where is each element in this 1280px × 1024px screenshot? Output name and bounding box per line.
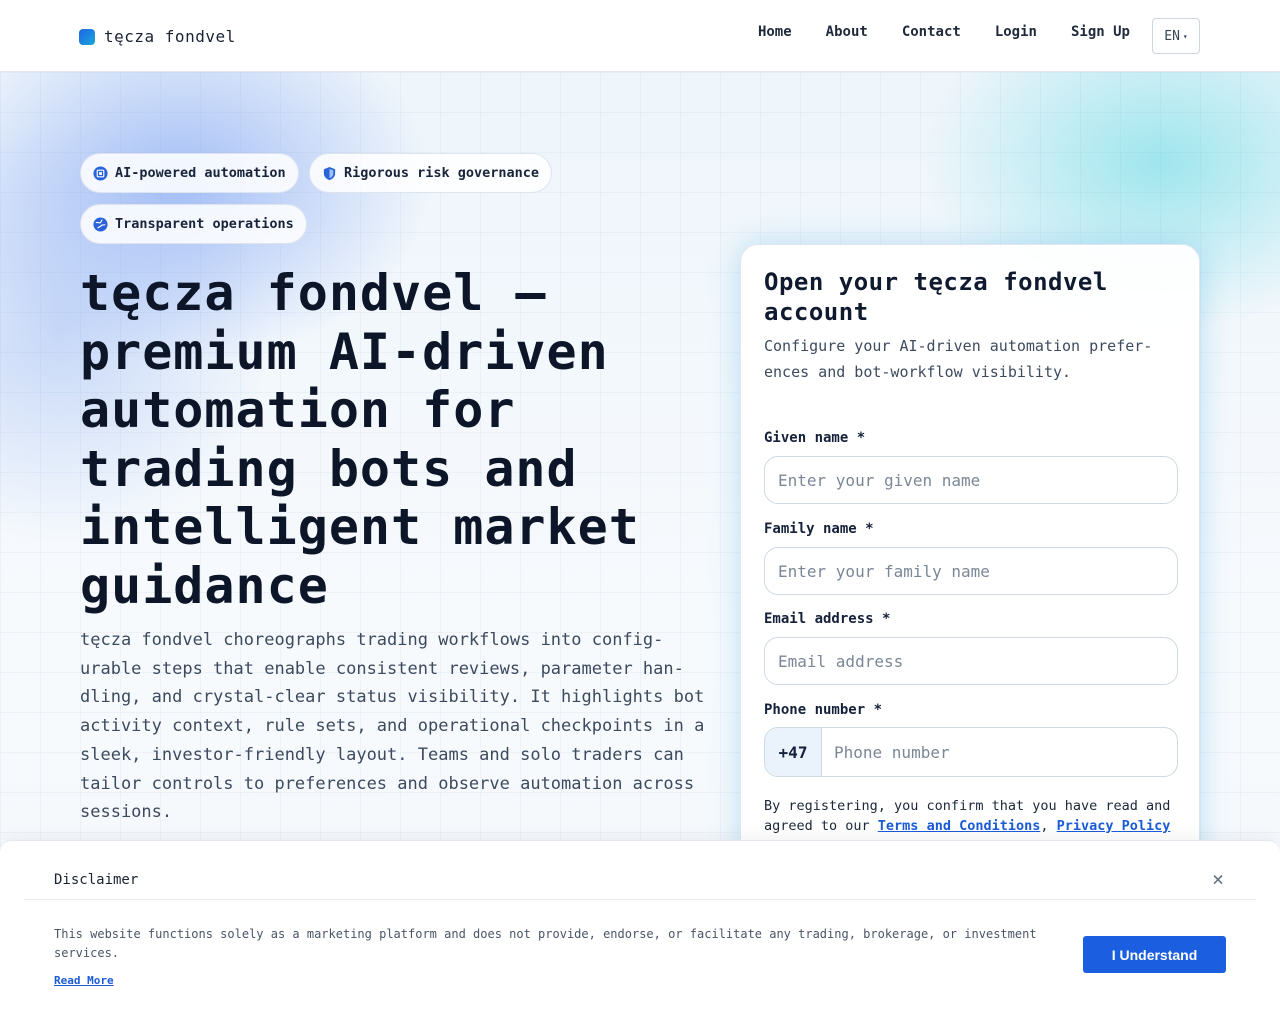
understand-button[interactable]: I Understand <box>1083 936 1226 973</box>
language-selector[interactable]: EN ▾ <box>1152 18 1200 54</box>
divider <box>24 899 1256 900</box>
terms-link[interactable]: Terms and Conditions <box>878 818 1041 834</box>
hero-description: tęcza fondvel choreographs trading workf… <box>80 630 705 823</box>
email-input[interactable] <box>764 637 1178 685</box>
brand-name: tęcza fondvel <box>104 27 236 46</box>
family-name-input[interactable] <box>764 547 1178 595</box>
main-nav: Home About Contact Login Sign Up <box>758 24 1130 40</box>
consent-text: By registering, you confirm that you hav… <box>764 797 1184 836</box>
consent-separator: , <box>1040 817 1057 834</box>
logo-icon <box>79 28 95 45</box>
nav-about[interactable]: About <box>826 24 868 40</box>
close-icon[interactable]: × <box>1208 869 1228 889</box>
hero-title: tęcza fondvel — premium AI-driven automa… <box>80 264 640 615</box>
chip-label: Rigorous risk governance <box>344 165 540 181</box>
family-name-label: Family name * <box>764 521 874 537</box>
chip-label: Transparent operations <box>115 216 294 232</box>
phone-input[interactable] <box>822 728 1177 776</box>
globe-icon <box>93 216 108 232</box>
form-subtitle: Configure your AI-driven automation pref… <box>764 337 1153 381</box>
nav-home[interactable]: Home <box>758 24 792 40</box>
chip-label: AI-powered automation <box>115 165 286 181</box>
feature-chip-transparency: Transparent operations <box>80 204 307 244</box>
signup-form-card: Open your tęcza fondvel account Configur… <box>740 244 1200 864</box>
disclaimer-title: Disclaimer <box>54 872 139 888</box>
feature-chip-risk: Rigorous risk governance <box>309 153 553 193</box>
phone-label: Phone number * <box>764 702 883 718</box>
form-title: Open your tęcza fondvel account <box>764 268 1108 326</box>
phone-field: +47 <box>764 727 1178 777</box>
given-name-input[interactable] <box>764 456 1178 504</box>
chip-icon <box>93 165 108 181</box>
phone-country-code[interactable]: +47 <box>765 728 822 776</box>
email-label: Email address * <box>764 611 891 627</box>
disclaimer-banner: Disclaimer × This website functions sole… <box>0 840 1280 1024</box>
feature-chip-automation: AI-powered automation <box>80 153 299 193</box>
given-name-label: Given name * <box>764 430 866 446</box>
shield-icon <box>323 166 336 180</box>
disclaimer-text: This website functions solely as a marke… <box>54 927 1037 960</box>
nav-contact[interactable]: Contact <box>902 24 961 40</box>
language-value: EN <box>1164 28 1180 44</box>
brand-logo[interactable]: tęcza fondvel <box>79 27 236 46</box>
nav-login[interactable]: Login <box>995 24 1037 40</box>
nav-sign-up[interactable]: Sign Up <box>1071 24 1130 40</box>
caret-down-icon: ▾ <box>1182 31 1188 41</box>
read-more-link[interactable]: Read More <box>54 974 114 987</box>
site-header: tęcza fondvel Home About Contact Login S… <box>0 0 1280 72</box>
privacy-link[interactable]: Privacy Policy <box>1057 818 1171 834</box>
